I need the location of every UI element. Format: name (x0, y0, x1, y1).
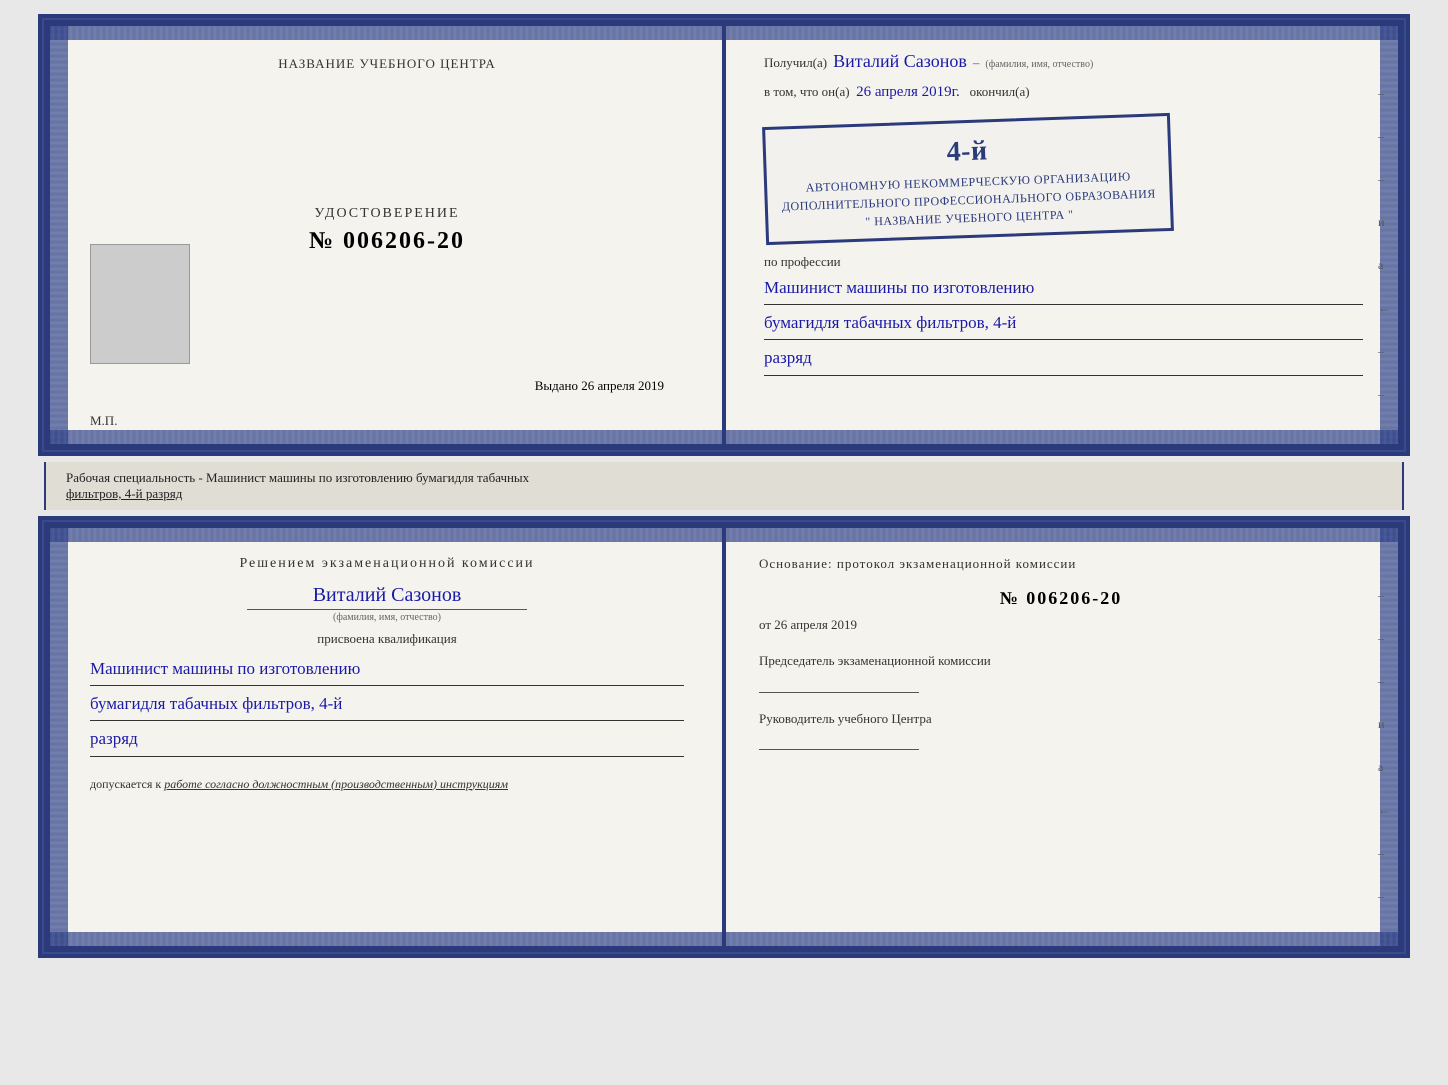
name-line-bottom: Виталий Сазонов (фамилия, имя, отчество) (90, 584, 684, 623)
recipient-line: Получил(а) Виталий Сазонов – (фамилия, и… (764, 51, 1363, 72)
stamp-line4: " НАЗВАНИЕ УЧЕБНОГО ЦЕНТРА " (865, 207, 1074, 228)
bottom-left-page: Решением экзаменационной комиссии Витали… (50, 528, 724, 946)
certificate-bottom: Решением экзаменационной комиссии Витали… (44, 522, 1404, 952)
bottom-number: № 006206-20 (759, 588, 1363, 609)
chairman-label: Председатель экзаменационной комиссии (759, 651, 1363, 671)
issued-label: Выдано (535, 378, 578, 393)
heading-top: НАЗВАНИЕ УЧЕБНОГО ЦЕНТРА (278, 56, 495, 72)
qual-line1: Машинист машины по изготовлению (90, 655, 684, 686)
in-fact-label: в том, что он(а) (764, 84, 850, 99)
chairman-block: Председатель экзаменационной комиссии (759, 651, 1363, 693)
allow-label: допускается к (90, 777, 161, 791)
bottom-date-line: от 26 апреля 2019 (759, 617, 1363, 633)
divider-area: Рабочая специальность - Машинист машины … (44, 462, 1404, 510)
profession-line2: бумагидля табачных фильтров, 4-й (764, 309, 1363, 340)
commission-title: Решением экзаменационной комиссии (90, 556, 684, 572)
right-page: Получил(а) Виталий Сазонов – (фамилия, и… (724, 26, 1398, 444)
cert-number: № 006206-20 (309, 228, 465, 255)
director-label: Руководитель учебного Центра (759, 709, 1363, 729)
left-page: НАЗВАНИЕ УЧЕБНОГО ЦЕНТРА УДОСТОВЕРЕНИЕ №… (50, 26, 724, 444)
date-prefix: от (759, 617, 771, 632)
bottom-right-page: Основание: протокол экзаменационной коми… (724, 528, 1398, 946)
director-sig-line (759, 732, 919, 750)
dash: – (973, 55, 980, 71)
mp-label: М.П. (90, 413, 117, 429)
recipient-name: Виталий Сазонов (833, 51, 967, 72)
divider-text-normal: Рабочая специальность - Машинист машины … (66, 470, 529, 485)
qualifier-text: присвоена квалификация (90, 631, 684, 647)
issued-date: 26 апреля 2019 (581, 378, 664, 393)
basis-title: Основание: протокол экзаменационной коми… (759, 556, 1363, 572)
qual-line3: разряд (90, 725, 684, 756)
issued-line: Выдано 26 апреля 2019 (535, 378, 664, 394)
director-block: Руководитель учебного Центра (759, 709, 1363, 751)
allow-text-content: работе согласно должностным (производств… (164, 777, 508, 791)
profession-block: по профессии Машинист машины по изготовл… (764, 254, 1363, 376)
cert-number-block: УДОСТОВЕРЕНИЕ № 006206-20 (309, 206, 465, 255)
training-center-heading: НАЗВАНИЕ УЧЕБНОГО ЦЕНТРА (278, 56, 495, 71)
allow-text-block: допускается к работе согласно должностны… (90, 777, 684, 792)
bottom-person-subtext: (фамилия, имя, отчество) (333, 612, 441, 623)
right-edge-marks-bottom: – – – и а ← – – (1378, 588, 1390, 904)
chairman-sig-line (759, 675, 919, 693)
qual-line2: бумагидля табачных фильтров, 4-й (90, 690, 684, 721)
profession-line1: Машинист машины по изготовлению (764, 274, 1363, 305)
bottom-date: 26 апреля 2019 (774, 617, 857, 632)
divider-text-underline: фильтров, 4-й разряд (66, 486, 182, 501)
in-fact-block: в том, что он(а) 26 апреля 2019г. окончи… (764, 80, 1363, 104)
stamp-wrapper: 4-й АВТОНОМНУЮ НЕКОММЕРЧЕСКУЮ ОРГАНИЗАЦИ… (764, 114, 1363, 244)
cert-label: УДОСТОВЕРЕНИЕ (309, 206, 465, 222)
date-filled: 26 апреля 2019г. (856, 84, 960, 100)
recipient-subtext: (фамилия, имя, отчество) (985, 59, 1093, 70)
bottom-person-name: Виталий Сазонов (313, 584, 462, 607)
profession-line3: разряд (764, 344, 1363, 375)
profession-label: по профессии (764, 254, 1363, 270)
completed-label: окончил(а) (970, 84, 1030, 99)
certificate-top: НАЗВАНИЕ УЧЕБНОГО ЦЕНТРА УДОСТОВЕРЕНИЕ №… (44, 20, 1404, 450)
right-edge-marks: – – – и а ← – – (1378, 86, 1390, 402)
photo-placeholder (90, 244, 190, 364)
stamp: 4-й АВТОНОМНУЮ НЕКОММЕРЧЕСКУЮ ОРГАНИЗАЦИ… (762, 113, 1174, 245)
received-label: Получил(а) (764, 55, 827, 71)
